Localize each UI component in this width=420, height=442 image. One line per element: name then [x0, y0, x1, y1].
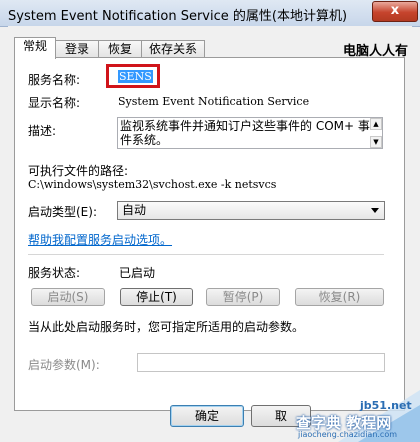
- tab-recovery[interactable]: 恢复: [98, 40, 142, 58]
- resume-button[interactable]: 恢复(R): [295, 288, 384, 306]
- tab-dependencies[interactable]: 依存关系: [141, 40, 205, 58]
- startup-type-select[interactable]: 自动: [117, 201, 385, 220]
- close-button[interactable]: x: [372, 1, 418, 22]
- description-box[interactable]: 监视系统事件并通知订户这些事件的 COM+ 事件系统。: [117, 117, 383, 149]
- service-status-value: 已启动: [119, 266, 156, 280]
- watermark-url: jiaocheng.chazidian.com: [298, 430, 398, 439]
- display-name-value[interactable]: System Event Notification Service: [118, 95, 309, 108]
- description-text: 监视系统事件并通知订户这些事件的 COM+ 事件系统。: [120, 119, 370, 147]
- stop-button[interactable]: 停止(T): [120, 288, 193, 306]
- service-name-label: 服务名称:: [28, 73, 81, 87]
- start-button[interactable]: 启动(S): [31, 288, 105, 306]
- start-params-label: 启动参数(M):: [28, 358, 100, 372]
- startup-type-value: 自动: [122, 203, 147, 217]
- close-icon: x: [390, 3, 400, 18]
- chevron-down-icon: [371, 208, 379, 213]
- window-title: System Event Notification Service 的属性(本地…: [8, 9, 348, 24]
- service-name-value[interactable]: SENS: [118, 70, 153, 83]
- help-link[interactable]: 帮助我配置服务启动选项。: [28, 231, 172, 248]
- scroll-up-arrow-icon[interactable]: ▲: [370, 118, 382, 130]
- divider: [28, 254, 384, 255]
- tab-general[interactable]: 常规: [14, 37, 56, 59]
- exe-path-value[interactable]: C:\windows\system32\svchost.exe -k netsv…: [28, 178, 276, 191]
- title-bar: System Event Notification Service 的属性(本地…: [0, 0, 420, 27]
- service-status-label: 服务状态:: [28, 266, 81, 280]
- tab-logon[interactable]: 登录: [55, 40, 99, 58]
- pause-button[interactable]: 暂停(P): [206, 288, 280, 306]
- exe-path-label: 可执行文件的路径:: [28, 164, 129, 178]
- watermark-site: jb51.net: [360, 399, 412, 412]
- startup-type-label: 启动类型(E):: [28, 205, 97, 219]
- display-name-label: 显示名称:: [28, 96, 81, 110]
- start-params-input[interactable]: [137, 353, 385, 372]
- description-label: 描述:: [28, 124, 57, 138]
- scroll-down-arrow-icon[interactable]: ▼: [370, 136, 382, 148]
- ok-button[interactable]: 确定: [170, 405, 244, 427]
- start-params-hint: 当从此处启动服务时，您可指定所适用的启动参数。: [28, 320, 305, 334]
